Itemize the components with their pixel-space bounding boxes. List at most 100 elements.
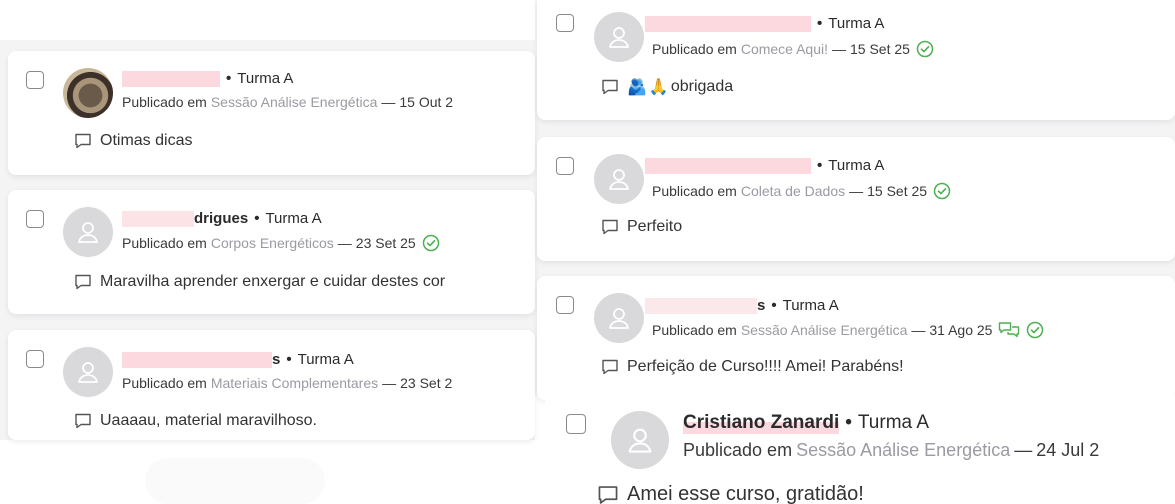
date: 15 Out 2 [399,94,454,110]
comment-text: Uaaaau, material maravilhoso. [100,412,317,429]
comment-icon [597,484,619,504]
comment-text-row: Uaaaau, material maravilhoso. [74,412,317,430]
user-icon [609,308,629,329]
avatar [594,293,644,343]
comment-text: Otimas dicas [100,132,193,149]
published-prefix: Publicado em [683,440,793,460]
class-label: Turma A [828,157,885,174]
separator-dot: • [817,15,823,32]
published-line: Publicado em Corpos Energéticos — 23 Set… [122,234,440,252]
class-label: Turma A [782,297,839,314]
lesson-link[interactable]: Sessão Análise Energética [741,322,908,338]
avatar [611,411,669,469]
author-line: • Turma A [122,70,293,87]
lesson-link[interactable]: Corpos Energéticos [211,235,334,251]
avatar [594,12,644,62]
published-line: Publicado em Materiais Complementares — … [122,375,452,391]
published-prefix: Publicado em [122,375,207,391]
comment-text: Perfeito [627,218,683,235]
published-line: Publicado em Sessão Análise Energética —… [652,321,1044,339]
comment-card: • Turma A Publicado em Coleta de Dados —… [537,137,1175,261]
comment-text: Perfeição de Curso!!!! Amei! Parabéns! [627,358,904,375]
author-line: • Turma A [645,15,884,32]
approved-check-icon [1026,321,1044,339]
comment-text: Maravilha aprender enxergar e cuidar des… [100,273,446,290]
date: 15 Set 25 [867,183,928,199]
separator-dot: • [845,412,852,433]
select-checkbox[interactable] [26,350,44,368]
replies-icon[interactable] [998,321,1020,339]
author-name: s [757,297,766,314]
comment-card: drigues • Turma A Publicado em Corpos En… [8,190,535,314]
redacted-name [645,15,811,32]
user-icon [628,428,652,453]
avatar [63,68,113,118]
separator-dot: • [226,70,232,87]
comment-text-row: Amei esse curso, gratidão! [597,483,864,504]
date: 23 Set 25 [355,235,416,251]
lesson-link[interactable]: Sessão Análise Energética [796,440,1010,461]
published-prefix: Publicado em [652,183,737,199]
published-line: Publicado em Sessão Análise Energética —… [122,94,453,110]
comment-card: • Turma A Publicado em Sessão Análise En… [8,51,535,175]
comment-text-row: Perfeito [601,218,682,236]
background-blob [145,458,325,504]
lesson-link[interactable]: Materiais Complementares [211,375,378,391]
separator-dot: • [771,297,777,314]
user-icon [78,222,98,243]
comment-text-row: Perfeição de Curso!!!! Amei! Parabéns! [601,358,904,376]
date-separator: — [911,322,926,338]
published-prefix: Publicado em [122,235,207,251]
comment-text-row: Otimas dicas [74,132,192,150]
redacted-name [645,297,757,314]
class-label: Turma A [828,15,885,32]
lesson-link[interactable]: Sessão Análise Energética [211,94,378,110]
separator-dot: • [817,157,823,174]
published-prefix: Publicado em [122,94,207,110]
avatar [594,154,644,204]
class-label: Turma A [857,412,929,433]
user-icon [609,27,629,48]
comment-card: • Turma A Publicado em Comece Aqui! — 15… [537,0,1175,120]
comment-icon [601,78,619,96]
approved-check-icon [933,182,951,200]
lesson-link[interactable]: Comece Aqui! [741,41,828,57]
avatar [63,207,113,257]
date-separator: — [337,235,352,251]
select-checkbox[interactable] [566,414,586,434]
published-prefix: Publicado em [652,41,737,57]
comment-icon [601,218,619,236]
comment-icon [601,358,619,376]
published-line: Publicado em Coleta de Dados — 15 Set 25 [652,182,951,200]
select-checkbox[interactable] [556,14,574,32]
comment-text: Amei esse curso, gratidão! [627,483,864,504]
author-line: • Turma A [645,157,884,174]
redacted-name [122,210,194,227]
approved-check-icon [422,234,440,252]
lesson-link[interactable]: Coleta de Dados [741,183,845,199]
select-checkbox[interactable] [556,157,574,175]
date-separator: — [1014,440,1033,460]
separator-dot: • [254,210,260,227]
author-line: drigues • Turma A [122,210,322,227]
class-label: Turma A [297,351,354,368]
select-checkbox[interactable] [26,210,44,228]
date: 23 Set 2 [400,375,453,391]
author-line: s • Turma A [645,297,839,314]
user-icon [78,362,98,383]
published-prefix: Publicado em [652,322,737,338]
date-separator: — [849,183,864,199]
comment-icon [74,132,92,150]
redacted-name [122,70,220,87]
select-checkbox[interactable] [26,71,44,89]
user-icon [609,169,629,190]
author-line: Cristiano Zanardi • Turma A [683,412,929,434]
avatar [63,347,113,397]
redacted-name [122,351,272,368]
published-line: Publicado em Comece Aqui! — 15 Set 25 [652,40,934,58]
select-checkbox[interactable] [556,296,574,314]
pray-emoji: 🙏 [648,79,669,96]
comment-icon [74,273,92,291]
comment-text: obrigada [670,78,734,95]
author-name: drigues [194,210,249,227]
